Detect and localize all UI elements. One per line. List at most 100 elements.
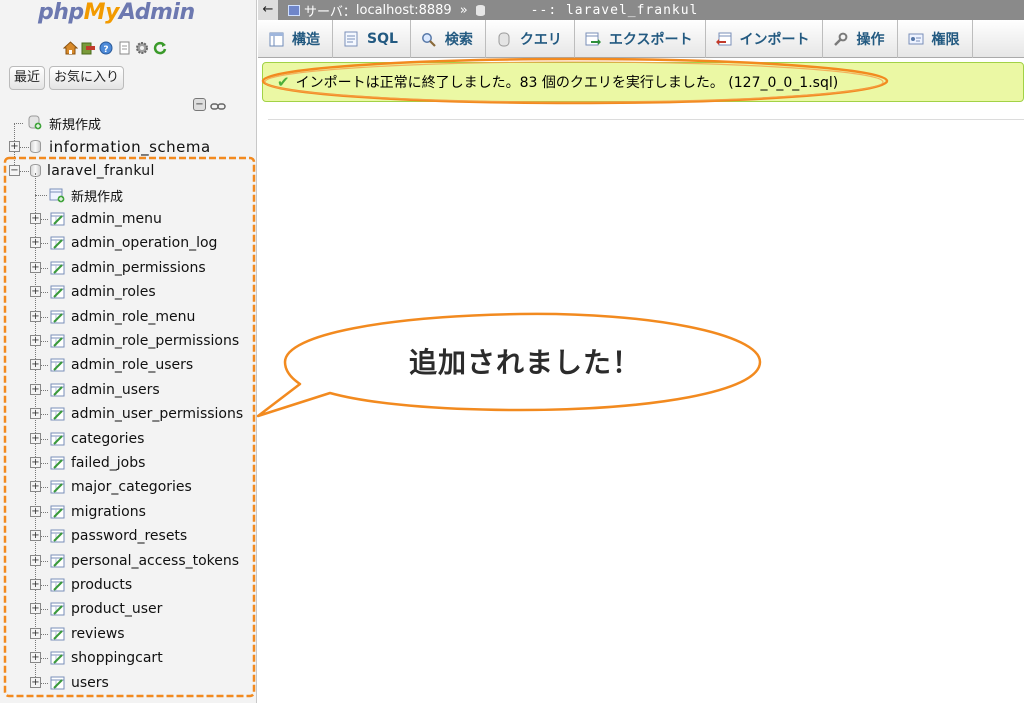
tree-table-item[interactable]: + admin_permissions	[0, 256, 256, 280]
tree-table-item[interactable]: + major_categories	[0, 475, 256, 499]
table-icon[interactable]	[50, 676, 66, 690]
tab-query[interactable]: クエリ	[486, 20, 575, 58]
favorites-tab[interactable]: お気に入り	[49, 66, 125, 90]
tree-table-item[interactable]: + migrations	[0, 500, 256, 524]
expand-icon[interactable]: +	[30, 310, 41, 322]
tree-table-item[interactable]: + admin_user_permissions	[0, 402, 256, 426]
expand-icon[interactable]: +	[9, 141, 20, 152]
collapse-all-icon[interactable]: −	[193, 98, 206, 111]
expand-icon[interactable]: +	[30, 261, 41, 273]
table-name[interactable]: admin_operation_log	[71, 235, 217, 251]
table-name[interactable]: admin_role_users	[71, 357, 193, 373]
expand-icon[interactable]: +	[30, 335, 41, 346]
tab-export[interactable]: エクスポート	[575, 20, 706, 58]
table-name[interactable]: admin_users	[71, 382, 160, 398]
tree-table-item[interactable]: + password_resets	[0, 524, 256, 548]
table-name[interactable]: major_categories	[71, 479, 192, 495]
expand-icon[interactable]: +	[30, 213, 41, 224]
breadcrumb-server[interactable]: localhost:8889	[356, 3, 452, 18]
tab-operations[interactable]: 操作	[823, 20, 898, 58]
table-icon[interactable]	[50, 285, 66, 299]
tree-table-item[interactable]: + product_user	[0, 597, 256, 621]
table-icon[interactable]	[50, 407, 66, 421]
table-icon[interactable]	[50, 529, 66, 543]
table-icon[interactable]	[50, 236, 66, 250]
tree-table-item[interactable]: + products	[0, 573, 256, 597]
expand-icon[interactable]: +	[30, 383, 41, 395]
expand-icon[interactable]: +	[30, 237, 41, 249]
expand-icon[interactable]: +	[30, 603, 41, 615]
table-icon[interactable]	[50, 383, 66, 397]
tree-table-item[interactable]: + reviews	[0, 622, 256, 646]
tree-table-item[interactable]: + failed_jobs	[0, 451, 256, 475]
expand-icon[interactable]: +	[30, 627, 41, 639]
table-icon[interactable]	[50, 432, 66, 446]
expand-icon[interactable]: +	[30, 432, 41, 444]
tree-db-laravel-frankul[interactable]: − laravel_frankul	[0, 159, 256, 183]
table-name[interactable]: admin_role_menu	[71, 309, 195, 325]
tree-table-item[interactable]: + admin_role_menu	[0, 305, 256, 329]
expand-icon[interactable]: +	[30, 457, 41, 468]
table-name[interactable]: users	[71, 675, 109, 691]
home-icon[interactable]	[62, 40, 78, 56]
tree-table-item[interactable]: + admin_menu	[0, 207, 256, 231]
tab-import[interactable]: インポート	[706, 20, 823, 58]
table-name[interactable]: failed_jobs	[71, 455, 145, 471]
phpmyadmin-logo[interactable]: phpMyAdmin	[38, 0, 195, 25]
expand-icon[interactable]: +	[30, 579, 41, 590]
table-name[interactable]: admin_user_permissions	[71, 406, 243, 422]
expand-icon[interactable]: +	[30, 408, 41, 420]
tree-new-server-item[interactable]: 新規作成	[0, 111, 256, 173]
help-icon[interactable]: ?	[98, 40, 114, 56]
settings-icon[interactable]	[134, 40, 150, 56]
table-icon[interactable]	[50, 578, 66, 592]
table-name[interactable]: product_user	[71, 601, 162, 617]
table-name[interactable]: shoppingcart	[71, 650, 163, 666]
tree-table-item[interactable]: + categories	[0, 427, 256, 451]
table-icon[interactable]	[50, 627, 66, 641]
tab-structure[interactable]: 構造	[258, 20, 333, 58]
table-icon[interactable]	[50, 261, 66, 275]
table-icon[interactable]	[50, 456, 66, 470]
table-name[interactable]: reviews	[71, 626, 125, 642]
expand-icon[interactable]: +	[30, 505, 41, 517]
table-name[interactable]: admin_permissions	[71, 260, 206, 276]
table-icon[interactable]	[50, 480, 66, 494]
tree-table-item[interactable]: + admin_role_users	[0, 353, 256, 377]
tree-table-item[interactable]: + admin_operation_log	[0, 231, 256, 255]
tree-table-item[interactable]: + admin_roles	[0, 280, 256, 304]
exit-icon[interactable]	[80, 40, 96, 56]
table-icon[interactable]	[50, 602, 66, 616]
collapse-icon[interactable]: −	[9, 165, 20, 176]
table-icon[interactable]	[50, 310, 66, 324]
table-icon[interactable]	[50, 334, 66, 348]
expand-icon[interactable]: +	[30, 676, 41, 688]
expand-icon[interactable]: +	[30, 359, 41, 371]
tree-table-item[interactable]: + users	[0, 671, 256, 695]
tree-new-table-item[interactable]: 新規作成	[0, 183, 256, 207]
expand-icon[interactable]: +	[30, 554, 41, 566]
expand-icon[interactable]: +	[30, 481, 41, 493]
table-name[interactable]: admin_roles	[71, 284, 156, 300]
reload-icon[interactable]	[152, 40, 168, 56]
table-icon[interactable]	[50, 651, 66, 665]
expand-icon[interactable]: +	[30, 652, 41, 664]
table-icon[interactable]	[50, 358, 66, 372]
tree-table-item[interactable]: + personal_access_tokens	[0, 549, 256, 573]
expand-icon[interactable]: +	[30, 530, 41, 542]
tab-search[interactable]: 検索	[411, 20, 486, 58]
table-name[interactable]: categories	[71, 431, 144, 447]
table-name[interactable]: personal_access_tokens	[71, 553, 239, 569]
docs-icon[interactable]	[116, 40, 132, 56]
expand-icon[interactable]: +	[30, 286, 41, 298]
table-name[interactable]: admin_menu	[71, 211, 162, 227]
recent-tab[interactable]: 最近	[9, 66, 46, 90]
tree-table-item[interactable]: + shoppingcart	[0, 646, 256, 670]
table-name[interactable]: migrations	[71, 504, 146, 520]
table-icon[interactable]	[50, 554, 66, 568]
tab-privileges[interactable]: 権限	[898, 20, 973, 58]
table-name[interactable]: admin_role_permissions	[71, 333, 239, 349]
table-icon[interactable]	[50, 505, 66, 519]
table-name[interactable]: products	[71, 577, 132, 593]
tree-table-item[interactable]: + admin_role_permissions	[0, 329, 256, 353]
